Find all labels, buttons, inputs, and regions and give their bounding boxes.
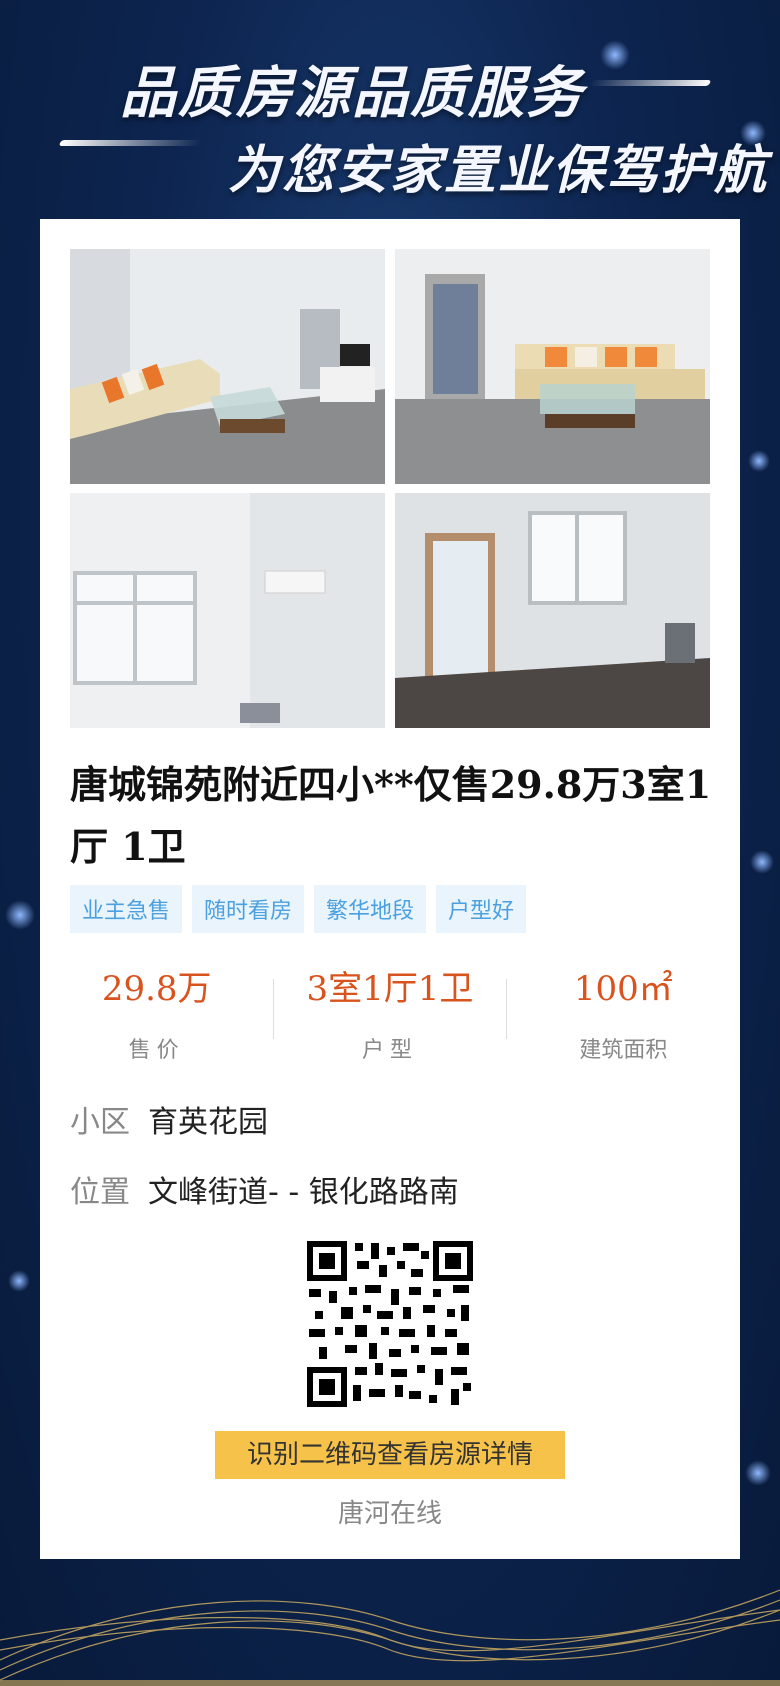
- bokeh-light: [745, 1460, 771, 1486]
- community-label: 小区: [70, 1105, 130, 1140]
- area-label: 建筑面积: [579, 1038, 668, 1063]
- tag-badge: 随时看房: [192, 885, 305, 933]
- listing-photo[interactable]: [70, 493, 385, 728]
- location-label: 位置: [70, 1175, 130, 1210]
- price-label: 售价: [128, 1038, 185, 1063]
- tag-badge: 业主急售: [70, 885, 183, 933]
- scan-qr-button[interactable]: 识别二维码查看房源详情: [215, 1431, 565, 1479]
- photo-grid: [70, 249, 710, 729]
- qr-code[interactable]: [305, 1239, 475, 1409]
- location-value: 文峰街道- - 银化路路南: [148, 1175, 459, 1210]
- community-value: 育英花园: [148, 1105, 268, 1140]
- bokeh-light: [748, 450, 770, 472]
- header-slogan-2: 为您安家置业保驾护航: [228, 141, 769, 201]
- header-banner: 品质房源品质服务 为您安家置业保驾护航: [0, 0, 780, 215]
- header-slogan-1: 品质房源品质服务: [120, 61, 584, 126]
- light-streak: [588, 80, 712, 86]
- area-value: 100㎡: [573, 969, 673, 1009]
- listing-card: 唐城锦苑附近四小**仅售29.8万3室1厅 1卫 业主急售 随时看房 繁华地段 …: [40, 219, 740, 1559]
- stat-price: 29.8万 售价: [40, 959, 273, 1069]
- light-streak: [58, 140, 202, 146]
- layout-value: 3室1厅1卫: [306, 969, 474, 1009]
- decorative-waves: [0, 1589, 780, 1686]
- listing-photo[interactable]: [395, 493, 710, 728]
- brand-name: 唐河在线: [337, 1499, 442, 1529]
- listing-photo[interactable]: [395, 249, 710, 484]
- listing-photo[interactable]: [70, 249, 385, 484]
- layout-label: 户型: [361, 1038, 418, 1063]
- listing-title: 唐城锦苑附近四小**仅售29.8万3室1厅 1卫: [70, 762, 712, 869]
- bokeh-light: [750, 850, 774, 874]
- tag-badge: 户型好: [436, 885, 527, 933]
- price-value: 29.8万: [101, 969, 212, 1009]
- community-row: 小区 育英花园: [70, 1097, 268, 1141]
- stat-divider: [273, 979, 275, 1039]
- bokeh-light: [8, 1270, 30, 1292]
- location-row: 位置 文峰街道- - 银化路路南: [70, 1167, 459, 1211]
- stat-layout: 3室1厅1卫 户型: [273, 959, 507, 1069]
- tag-list: 业主急售 随时看房 繁华地段 户型好: [70, 885, 536, 933]
- stat-area: 100㎡ 建筑面积: [507, 959, 740, 1069]
- bokeh-light: [5, 900, 35, 930]
- tag-badge: 繁华地段: [314, 885, 427, 933]
- stats-row: 29.8万 售价 3室1厅1卫 户型 100㎡ 建筑面积: [40, 959, 740, 1069]
